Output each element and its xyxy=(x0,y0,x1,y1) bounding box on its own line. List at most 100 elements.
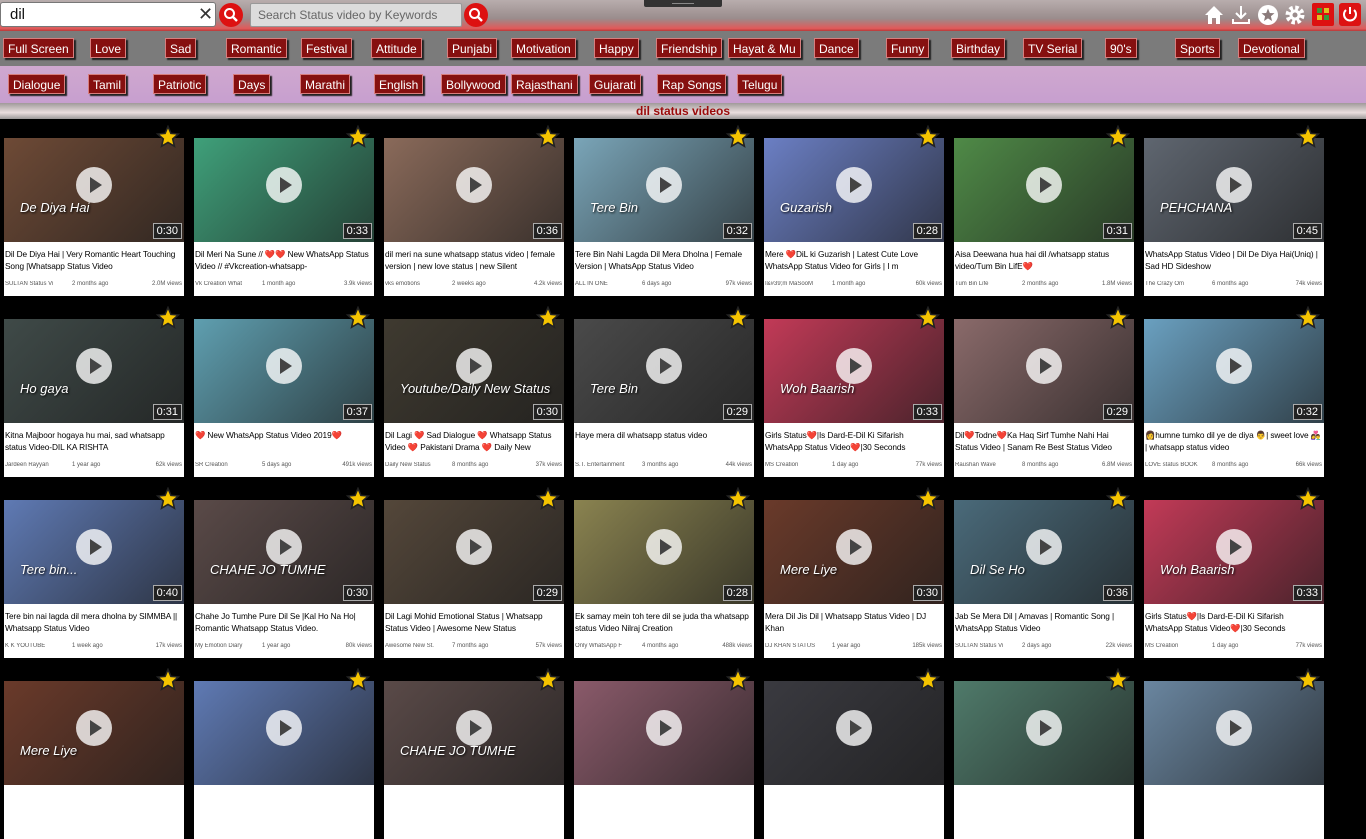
video-title[interactable]: Tere Bin Nahi Lagda Dil Mera Dholna | Fe… xyxy=(575,248,753,274)
video-title[interactable] xyxy=(385,791,563,817)
category-button-love[interactable]: Love xyxy=(90,38,127,58)
favorite-star-icon[interactable] xyxy=(1295,667,1321,692)
favorite-star-icon[interactable] xyxy=(725,124,751,149)
category-button-devotional[interactable]: Devotional xyxy=(1238,38,1305,58)
play-icon[interactable] xyxy=(836,529,872,565)
video-card[interactable] xyxy=(764,667,944,839)
play-icon[interactable] xyxy=(646,167,682,203)
video-thumbnail[interactable]: 0:29 xyxy=(954,319,1134,423)
video-title[interactable]: ❤️ New WhatsApp Status Video 2019❤️ xyxy=(195,429,373,455)
category-button-hayat-mu[interactable]: Hayat & Mu xyxy=(728,38,801,58)
video-thumbnail[interactable] xyxy=(194,681,374,785)
video-card[interactable]: Youtube/Daily New Status 0:30 Dil Lagi ❤️ … xyxy=(384,305,564,477)
video-title[interactable]: Haye mera dil whatsapp status video xyxy=(575,429,753,455)
play-icon[interactable] xyxy=(456,348,492,384)
category-button-full-screen[interactable]: Full Screen xyxy=(3,38,74,58)
play-icon[interactable] xyxy=(646,348,682,384)
video-card[interactable]: Dil Se Ho 0:36 Jab Se Mera Dil | Amavas | … xyxy=(954,486,1134,658)
video-thumbnail[interactable]: Ho gaya 0:31 xyxy=(4,319,184,423)
video-thumbnail[interactable]: 0:32 xyxy=(1144,319,1324,423)
category-button-birthday[interactable]: Birthday xyxy=(951,38,1006,58)
video-thumbnail[interactable]: CHAHE JO TUMHE xyxy=(384,681,564,785)
play-icon[interactable] xyxy=(76,167,112,203)
video-thumbnail[interactable] xyxy=(954,681,1134,785)
favorite-star-icon[interactable] xyxy=(1105,124,1131,149)
category-button-english[interactable]: English xyxy=(374,74,424,94)
play-icon[interactable] xyxy=(1216,710,1252,746)
grid-icon[interactable] xyxy=(1312,3,1334,26)
play-icon[interactable] xyxy=(1026,710,1062,746)
category-button-dance[interactable]: Dance xyxy=(814,38,859,58)
favorite-star-icon[interactable] xyxy=(1105,486,1131,511)
video-thumbnail[interactable]: Tere bin... 0:40 xyxy=(4,500,184,604)
video-card[interactable]: Tere Bin 0:29 Haye mera dil whatsapp statu… xyxy=(574,305,754,477)
favorite-star-icon[interactable] xyxy=(1295,305,1321,330)
category-button-telugu[interactable]: Telugu xyxy=(737,74,783,94)
play-icon[interactable] xyxy=(266,348,302,384)
video-card[interactable]: 0:28 Ek samay mein toh tere dil se juda t… xyxy=(574,486,754,658)
category-button-festival[interactable]: Festival xyxy=(301,38,353,58)
favorite-star-icon[interactable] xyxy=(915,667,941,692)
play-icon[interactable] xyxy=(1026,167,1062,203)
home-icon[interactable] xyxy=(1203,4,1225,26)
favorite-star-icon[interactable] xyxy=(725,667,751,692)
video-card[interactable]: Woh Baarish 0:33 Girls Status❤️|Is Dard-E-… xyxy=(764,305,944,477)
video-title[interactable]: WhatsApp Status Video | Dil De Diya Hai(… xyxy=(1145,248,1323,274)
favorite-star-icon[interactable] xyxy=(915,305,941,330)
video-thumbnail[interactable] xyxy=(764,681,944,785)
video-thumbnail[interactable]: 0:29 xyxy=(384,500,564,604)
video-card[interactable]: 0:33 Dil Meri Na Sune // ❤️❤️ New WhatsAp… xyxy=(194,124,374,296)
video-card[interactable]: 0:31 Aisa Deewana hua hai dil /whatsapp s… xyxy=(954,124,1134,296)
category-button-gujarati[interactable]: Gujarati xyxy=(589,74,642,94)
video-title[interactable] xyxy=(765,791,943,817)
play-icon[interactable] xyxy=(1216,167,1252,203)
play-icon[interactable] xyxy=(266,529,302,565)
category-button-attitude[interactable]: Attitude xyxy=(371,38,422,58)
video-title[interactable]: Ek samay mein toh tere dil se juda tha w… xyxy=(575,610,753,636)
category-button-days[interactable]: Days xyxy=(233,74,271,94)
favorite-star-icon[interactable] xyxy=(155,305,181,330)
video-thumbnail[interactable]: Guzarish 0:28 xyxy=(764,138,944,242)
video-card[interactable] xyxy=(194,667,374,839)
play-icon[interactable] xyxy=(836,167,872,203)
video-thumbnail[interactable]: CHAHE JO TUMHE 0:30 xyxy=(194,500,374,604)
category-button-friendship[interactable]: Friendship xyxy=(656,38,723,58)
video-title[interactable]: Girls Status❤️|Is Dard-E-Dil Ki Sifarish… xyxy=(765,429,943,455)
video-title[interactable]: Jab Se Mera Dil | Amavas | Romantic Song… xyxy=(955,610,1133,636)
video-card[interactable]: 0:37 ❤️ New WhatsApp Status Video 2019❤️ S… xyxy=(194,305,374,477)
category-button-bollywood[interactable]: Bollywood xyxy=(441,74,506,94)
keyword-search-input[interactable]: Search Status video by Keywords xyxy=(250,3,462,27)
favorite-star-icon[interactable] xyxy=(725,486,751,511)
video-thumbnail[interactable]: Woh Baarish 0:33 xyxy=(1144,500,1324,604)
category-button-marathi[interactable]: Marathi xyxy=(300,74,351,94)
video-card[interactable]: Tere bin... 0:40 Tere bin nai lagda dil me… xyxy=(4,486,184,658)
video-card[interactable]: 0:32 👩humne tumko dil ye de diya 👨| sweet… xyxy=(1144,305,1324,477)
video-thumbnail[interactable]: 0:37 xyxy=(194,319,374,423)
category-button-punjabi[interactable]: Punjabi xyxy=(447,38,498,58)
video-title[interactable]: 👩humne tumko dil ye de diya 👨| sweet lov… xyxy=(1145,429,1323,455)
play-icon[interactable] xyxy=(76,529,112,565)
video-card[interactable]: 0:29 Dil❤️Todne❤️Ka Haq Sirf Tumhe Nahi H… xyxy=(954,305,1134,477)
video-thumbnail[interactable]: 0:33 xyxy=(194,138,374,242)
video-thumbnail[interactable]: Woh Baarish 0:33 xyxy=(764,319,944,423)
video-title[interactable]: dil meri na sune whatsapp status video |… xyxy=(385,248,563,274)
play-icon[interactable] xyxy=(646,710,682,746)
video-title[interactable] xyxy=(955,791,1133,817)
play-icon[interactable] xyxy=(456,529,492,565)
video-title[interactable] xyxy=(575,791,753,817)
video-title[interactable]: Dil❤️Todne❤️Ka Haq Sirf Tumhe Nahi Hai S… xyxy=(955,429,1133,455)
drag-handle[interactable] xyxy=(644,0,722,7)
play-icon[interactable] xyxy=(1216,529,1252,565)
video-thumbnail[interactable] xyxy=(574,681,754,785)
video-thumbnail[interactable]: 0:31 xyxy=(954,138,1134,242)
favorite-star-icon[interactable] xyxy=(535,124,561,149)
category-button-romantic[interactable]: Romantic xyxy=(226,38,287,58)
download-icon[interactable] xyxy=(1230,4,1252,26)
search-button[interactable] xyxy=(219,3,243,27)
favorite-star-icon[interactable] xyxy=(155,486,181,511)
video-thumbnail[interactable]: 0:36 xyxy=(384,138,564,242)
play-icon[interactable] xyxy=(76,348,112,384)
video-card[interactable]: Woh Baarish 0:33 Girls Status❤️|Is Dard-E-… xyxy=(1144,486,1324,658)
category-button-rajasthani[interactable]: Rajasthani xyxy=(511,74,578,94)
category-button-tamil[interactable]: Tamil xyxy=(88,74,127,94)
